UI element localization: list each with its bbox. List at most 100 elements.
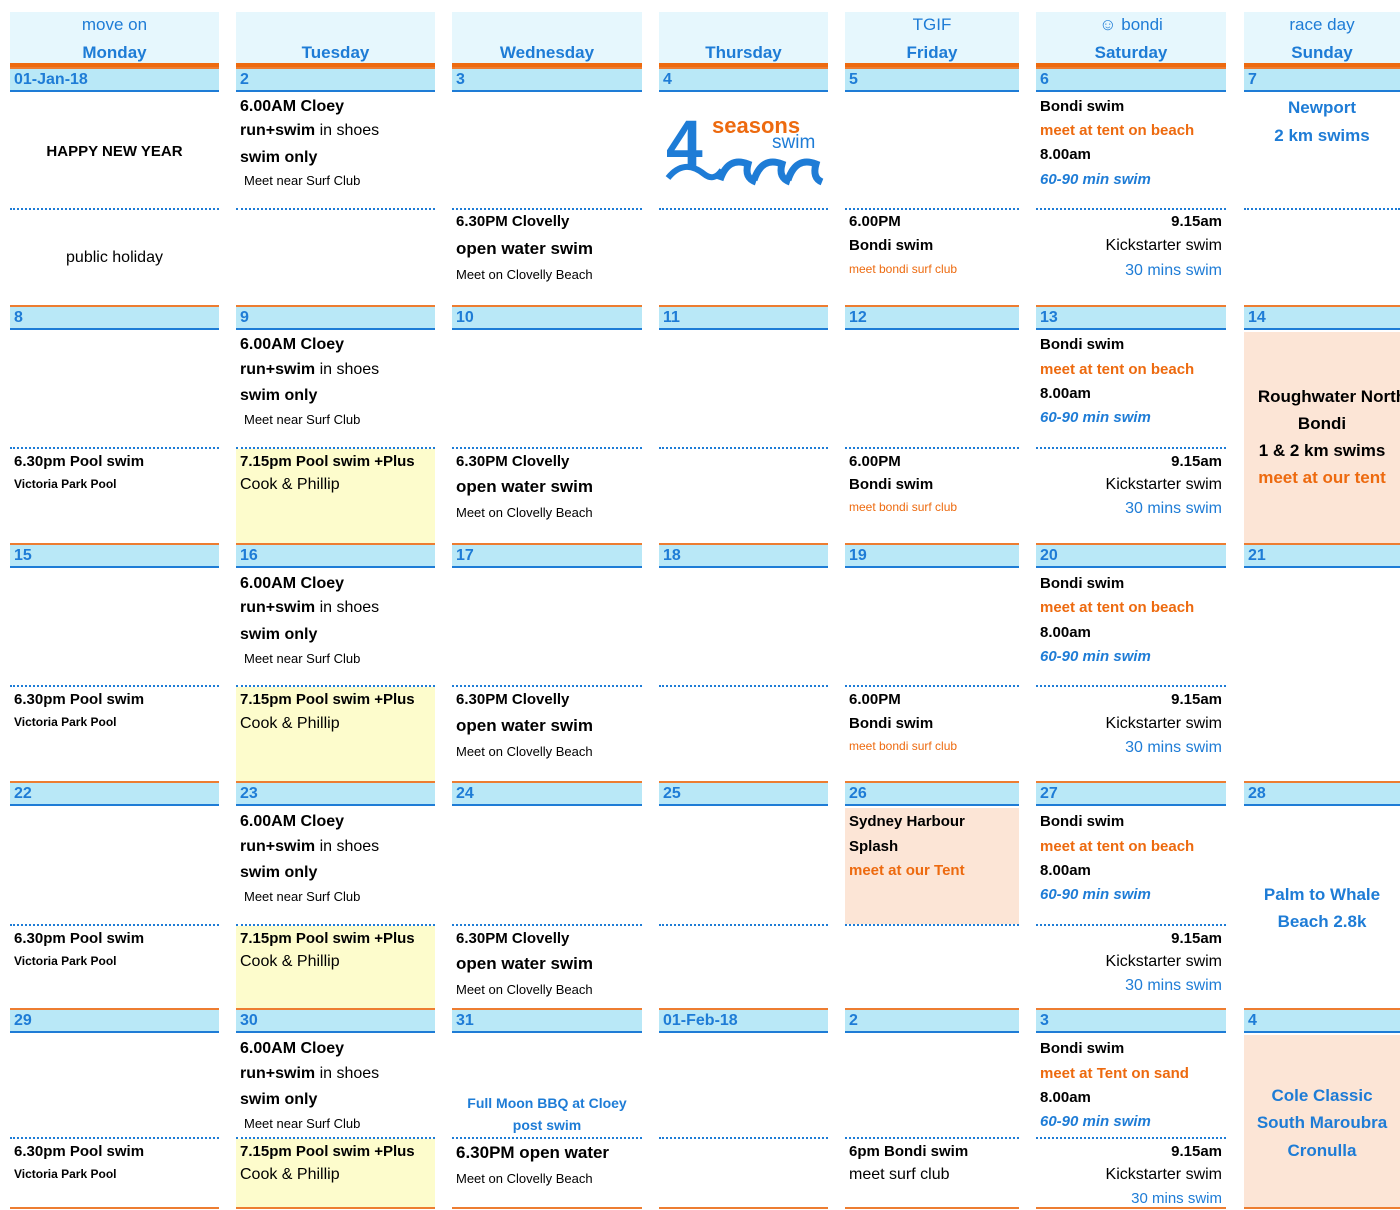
date-cell[interactable]: 29: [10, 1008, 219, 1033]
day-name: Friday: [906, 43, 958, 62]
date-cell[interactable]: 18: [659, 543, 828, 568]
event-location: Victoria Park Pool: [14, 715, 117, 729]
event-text: 6.00AM Cloey: [240, 336, 345, 353]
row-separator: [659, 685, 828, 687]
row-separator: [659, 924, 828, 926]
row-separator: [659, 208, 828, 210]
event-text: HAPPY NEW YEAR: [46, 143, 183, 160]
date-cell[interactable]: 17: [452, 543, 642, 568]
event-location: Victoria Park Pool: [14, 1167, 117, 1181]
event-text: Bondi swim: [849, 237, 934, 254]
column-monday: move on Monday 01-Jan-18 HAPPY NEW YEAR …: [10, 0, 219, 1210]
event-text: Cronulla: [1287, 1141, 1357, 1160]
date-cell[interactable]: 28: [1244, 781, 1400, 806]
date-cell[interactable]: 30: [236, 1008, 435, 1033]
event-text: run+swim in shoes: [240, 361, 431, 379]
date-cell[interactable]: 25: [659, 781, 828, 806]
date-cell[interactable]: 22: [10, 781, 219, 806]
row-separator: [10, 924, 219, 926]
event-text: 6pm Bondi swim: [849, 1143, 969, 1160]
row-separator: [1036, 447, 1226, 449]
event-text: meet at our Tent: [849, 862, 965, 879]
event-text: Kickstarter swim: [1105, 953, 1222, 970]
column-thursday: Thursday 4 4 seasons swim 11 18 25 01-Fe…: [659, 0, 828, 1210]
event-text: 6.00AM Cloey: [240, 1040, 345, 1057]
date-cell[interactable]: 6: [1036, 67, 1226, 92]
date-cell[interactable]: 21: [1244, 543, 1400, 568]
date-cell[interactable]: 14: [1244, 305, 1400, 330]
date-cell[interactable]: 31: [452, 1008, 642, 1033]
event-text: in shoes: [315, 599, 380, 616]
event-text: public holiday: [66, 249, 163, 266]
event-text: swim only: [240, 864, 318, 881]
date-cell[interactable]: 01-Feb-18: [659, 1008, 828, 1033]
header-friday: TGIF Friday: [845, 12, 1019, 63]
row-separator: [845, 208, 1019, 210]
date-cell[interactable]: 4: [1244, 1008, 1400, 1033]
event-location: Victoria Park Pool: [14, 477, 117, 491]
date-cell[interactable]: 27: [1036, 781, 1226, 806]
date-cell[interactable]: 7: [1244, 67, 1400, 92]
event-text: meet at Tent on sand: [1040, 1065, 1189, 1082]
event-text: 60-90 min swim: [1040, 648, 1151, 665]
date-cell[interactable]: 11: [659, 305, 828, 330]
header-sunday: race day Sunday: [1244, 12, 1400, 63]
row-separator: [452, 924, 642, 926]
date-cell[interactable]: 26: [845, 781, 1019, 806]
row-separator: [236, 208, 435, 210]
date-cell[interactable]: 2: [845, 1008, 1019, 1033]
event-text: meet at tent on beach: [1040, 599, 1195, 616]
date-cell[interactable]: 4: [659, 67, 828, 92]
event-text: 2 km swims: [1274, 126, 1370, 145]
event-text: 6.00PM: [849, 213, 901, 230]
event-text: Splash: [849, 838, 899, 855]
header-tag: move on: [81, 15, 148, 34]
row-separator: [452, 447, 642, 449]
date-cell[interactable]: 13: [1036, 305, 1226, 330]
wave-icon: [716, 158, 758, 186]
event-text: 8.00am: [1040, 862, 1091, 879]
date-cell[interactable]: 2: [236, 67, 435, 92]
event-text: 9.15am: [1171, 930, 1222, 947]
event-location: Meet on Clovelly Beach: [456, 744, 593, 759]
event-text: open water swim: [456, 716, 593, 735]
row-separator: [1036, 924, 1226, 926]
date-cell[interactable]: 8: [10, 305, 219, 330]
date-cell[interactable]: 19: [845, 543, 1019, 568]
date-cell[interactable]: 15: [10, 543, 219, 568]
event-text: run+swim: [240, 1065, 316, 1082]
row-separator: [845, 1137, 1019, 1139]
date-cell[interactable]: 01-Jan-18: [10, 67, 219, 92]
event-location: Cook & Phillip: [240, 1166, 340, 1183]
date-cell[interactable]: 23: [236, 781, 435, 806]
date-cell[interactable]: 12: [845, 305, 1019, 330]
header-tag: ☺ bondi: [1099, 15, 1163, 34]
day-name: Thursday: [705, 43, 782, 62]
event-text: 7.15pm Pool swim +Plus: [240, 453, 415, 470]
date-cell[interactable]: 24: [452, 781, 642, 806]
column-sunday: race day Sunday 7 Newport 2 km swims 14 …: [1244, 0, 1400, 1210]
event-text: 1 & 2 km swims: [1258, 441, 1386, 460]
row-separator: [845, 447, 1019, 449]
header-saturday: ☺ bondi Saturday: [1036, 12, 1226, 63]
date-cell[interactable]: 9: [236, 305, 435, 330]
event-text: 6.30pm Pool swim: [14, 453, 145, 470]
event-text: run+swim in shoes: [240, 1065, 431, 1083]
date-cell[interactable]: 3: [1036, 1008, 1226, 1033]
date-cell[interactable]: 20: [1036, 543, 1226, 568]
bottom-border: [10, 1207, 219, 1209]
wave-icon: [750, 158, 792, 186]
event-text: 30 mins swim: [1125, 500, 1222, 517]
event-text: 7.15pm Pool swim +Plus: [240, 691, 415, 708]
date-cell[interactable]: 5: [845, 67, 1019, 92]
row-separator: [10, 447, 219, 449]
event-text: meet at our tent: [1258, 468, 1386, 487]
event-location: Cook & Phillip: [240, 476, 340, 493]
date-cell[interactable]: 16: [236, 543, 435, 568]
event-text: Beach 2.8k: [1277, 912, 1367, 931]
event-text: Bondi swim: [1040, 98, 1125, 115]
column-tuesday: Tuesday 2 6.00AM Cloey run+swim in shoes…: [236, 0, 435, 1210]
event-text: swim only: [240, 626, 318, 643]
date-cell[interactable]: 10: [452, 305, 642, 330]
date-cell[interactable]: 3: [452, 67, 642, 92]
